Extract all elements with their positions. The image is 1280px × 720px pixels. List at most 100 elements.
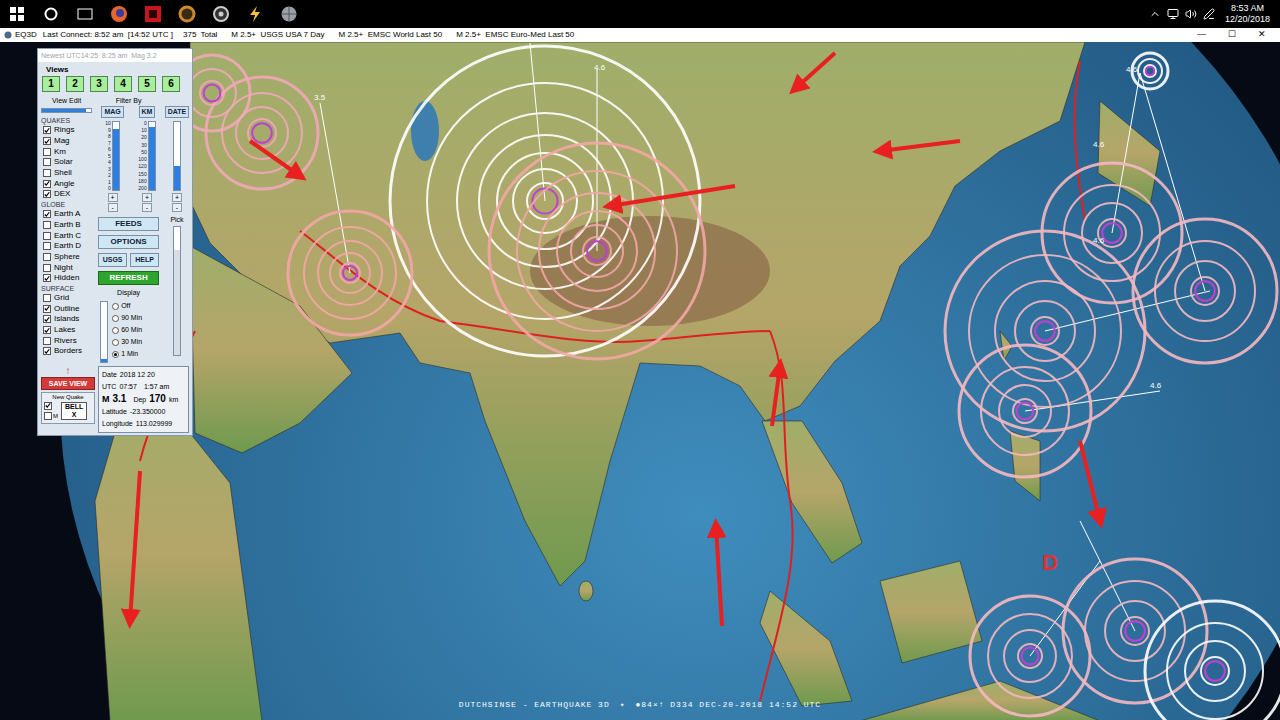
clock[interactable]: 8:53 AM12/20/2018 (1221, 3, 1270, 25)
new-quake-option[interactable] (44, 402, 58, 410)
new-quake-option[interactable]: M (44, 412, 58, 421)
search-icon[interactable] (34, 0, 68, 28)
app-icon[interactable] (238, 0, 272, 28)
stepper-button[interactable]: - (108, 203, 118, 212)
checkbox-row[interactable]: Islands (41, 314, 92, 325)
refresh-button[interactable]: REFRESH (98, 271, 159, 285)
vertical-slider[interactable] (100, 301, 108, 363)
quake-rings[interactable] (206, 77, 318, 189)
bell-button[interactable]: BELLX (61, 402, 87, 420)
filter-button[interactable]: KM (139, 106, 156, 118)
vertical-slider[interactable] (173, 121, 181, 191)
stepper-button[interactable]: + (172, 193, 182, 202)
display-radio[interactable]: 30 Min (112, 337, 142, 349)
display-radio[interactable]: Off (112, 301, 142, 313)
checkbox[interactable] (43, 148, 51, 156)
feed-label[interactable]: M 2.5+ EMSC Euro-Med Last 50 (456, 29, 574, 41)
quake-rings[interactable] (945, 231, 1145, 431)
checkbox[interactable] (44, 412, 52, 420)
app-icon[interactable] (136, 0, 170, 28)
checkbox[interactable] (43, 158, 51, 166)
checkbox[interactable] (43, 315, 51, 323)
vertical-slider[interactable] (173, 226, 181, 356)
view-button[interactable]: 1 (42, 76, 60, 92)
checkbox[interactable] (43, 232, 51, 240)
checkbox-row[interactable]: Shell (41, 168, 92, 179)
view-button[interactable]: 2 (66, 76, 84, 92)
network-icon[interactable] (1167, 8, 1179, 20)
checkbox-row[interactable]: Earth C (41, 230, 92, 241)
checkbox-row[interactable]: Night (41, 262, 92, 273)
view-button[interactable]: 3 (90, 76, 108, 92)
checkbox-row[interactable]: Km (41, 146, 92, 157)
checkbox-row[interactable]: Earth D (41, 241, 92, 252)
checkbox-row[interactable]: Rings (41, 125, 92, 136)
checkbox[interactable] (43, 210, 51, 218)
app-icon[interactable] (204, 0, 238, 28)
checkbox-row[interactable]: Rivers (41, 335, 92, 346)
view-button[interactable]: 4 (114, 76, 132, 92)
checkbox[interactable] (43, 326, 51, 334)
checkbox-row[interactable]: Angle (41, 178, 92, 189)
feed-label[interactable]: M 2.5+ USGS USA 7 Day (231, 29, 324, 41)
chevron-up-icon[interactable] (1149, 8, 1161, 20)
checkbox-row[interactable]: DEX (41, 189, 92, 200)
checkbox-row[interactable]: Earth B (41, 220, 92, 231)
stepper-button[interactable]: - (172, 203, 182, 212)
stepper-button[interactable]: + (108, 193, 118, 202)
checkbox[interactable] (43, 337, 51, 345)
checkbox-row[interactable]: Lakes (41, 325, 92, 336)
display-radio[interactable]: 1 Min (112, 349, 142, 361)
help-button[interactable]: HELP (130, 253, 159, 267)
window-control[interactable]: — (1197, 28, 1206, 42)
checkbox[interactable] (43, 305, 51, 313)
checkbox[interactable] (44, 402, 52, 410)
checkbox[interactable] (43, 180, 51, 188)
checkbox-row[interactable]: Earth A (41, 209, 92, 220)
filter-button[interactable]: MAG (101, 106, 123, 118)
checkbox[interactable] (43, 242, 51, 250)
checkbox-row[interactable]: Solar (41, 157, 92, 168)
quake-rings[interactable] (970, 596, 1090, 716)
window-control[interactable]: ☐ (1228, 28, 1236, 42)
checkbox-row[interactable]: Grid (41, 293, 92, 304)
feeds-button[interactable]: FEEDS (98, 217, 159, 231)
filter-button[interactable]: DATE (165, 106, 190, 118)
checkbox[interactable] (43, 264, 51, 272)
checkbox[interactable] (43, 137, 51, 145)
checkbox-row[interactable]: Sphere (41, 252, 92, 263)
display-radio[interactable]: 60 Min (112, 325, 142, 337)
checkbox-row[interactable]: Mag (41, 136, 92, 147)
checkbox[interactable] (43, 253, 51, 261)
quake-rings[interactable] (1063, 559, 1207, 703)
app-icon[interactable] (272, 0, 306, 28)
checkbox[interactable] (43, 190, 51, 198)
view-edit-slider[interactable] (41, 108, 92, 113)
stepper-button[interactable]: - (142, 203, 152, 212)
vertical-slider[interactable] (148, 121, 156, 191)
windows-icon[interactable] (0, 0, 34, 28)
checkbox[interactable] (43, 294, 51, 302)
display-radio[interactable]: 90 Min (112, 313, 142, 325)
checkbox[interactable] (43, 347, 51, 355)
checkbox[interactable] (43, 221, 51, 229)
vertical-slider[interactable] (112, 121, 120, 191)
stepper-button[interactable]: + (142, 193, 152, 202)
save-view-button[interactable]: SAVE VIEW (41, 377, 95, 390)
quake-rings[interactable] (1145, 601, 1280, 720)
checkbox[interactable] (43, 274, 51, 282)
firefox-icon[interactable] (102, 0, 136, 28)
app-icon[interactable] (170, 0, 204, 28)
feed-label[interactable]: M 2.5+ EMSC World Last 50 (339, 29, 443, 41)
checkbox-row[interactable]: Outline (41, 303, 92, 314)
options-button[interactable]: OPTIONS (98, 235, 159, 249)
ink-icon[interactable] (1203, 8, 1215, 20)
checkbox[interactable] (43, 126, 51, 134)
quake-rings[interactable] (288, 211, 412, 335)
view-button[interactable]: 6 (162, 76, 180, 92)
volume-icon[interactable] (1185, 8, 1197, 20)
task-view-icon[interactable] (68, 0, 102, 28)
checkbox-row[interactable]: Borders (41, 346, 92, 357)
checkbox-row[interactable]: Hidden (41, 273, 92, 284)
quake-rings[interactable] (1132, 53, 1168, 89)
